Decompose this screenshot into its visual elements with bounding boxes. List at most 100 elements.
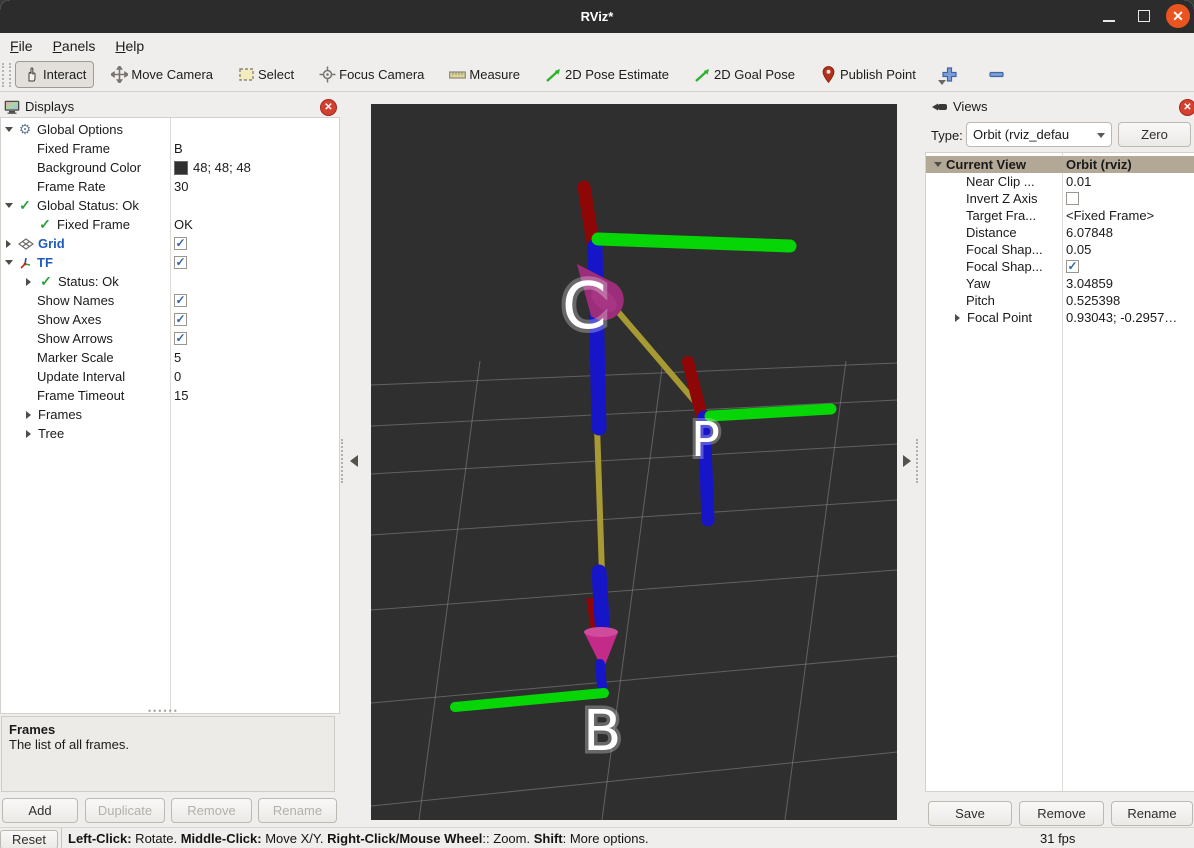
expand-arrow-icon[interactable] <box>5 127 13 132</box>
displays-row-grid[interactable]: Grid <box>1 234 339 253</box>
checkbox-unchecked[interactable] <box>1066 192 1079 205</box>
menu-panels[interactable]: Panels <box>43 36 106 56</box>
remove-display-button[interactable]: Remove <box>171 798 252 823</box>
views-row-focal-point[interactable]: Focal Point0.93043; -0.2957… <box>926 309 1194 326</box>
views-row-near-clip[interactable]: Near Clip ...0.01 <box>926 173 1194 190</box>
displays-row-tf[interactable]: TF <box>1 253 339 272</box>
displays-row-status-ok[interactable]: ✓Status: Ok <box>1 272 339 291</box>
checkbox-checked[interactable] <box>174 294 187 307</box>
reset-button[interactable]: Reset <box>0 830 58 848</box>
collapse-arrow-icon[interactable] <box>26 411 31 419</box>
property-value[interactable]: Orbit (rviz) <box>1066 157 1132 172</box>
duplicate-button[interactable]: Duplicate <box>85 798 165 823</box>
views-row-target-fra[interactable]: Target Fra...<Fixed Frame> <box>926 207 1194 224</box>
displays-row-marker-scale[interactable]: Marker Scale5 <box>1 348 339 367</box>
property-value[interactable]: B <box>174 141 183 156</box>
tool-focus-camera-button[interactable]: Focus Camera <box>311 61 432 88</box>
displays-tree[interactable]: ⚙Global OptionsFixed FrameBBackground Co… <box>0 117 340 714</box>
collapse-arrow-icon[interactable] <box>6 240 11 248</box>
displays-panel-header[interactable]: Displays <box>4 96 334 117</box>
property-value[interactable]: 0.01 <box>1066 174 1091 189</box>
views-row-focal-shap[interactable]: Focal Shap...0.05 <box>926 241 1194 258</box>
checkbox-checked[interactable] <box>174 313 187 326</box>
property-value[interactable]: OK <box>174 217 193 232</box>
property-value[interactable]: 0.05 <box>1066 242 1091 257</box>
displays-row-global-status-ok[interactable]: ✓Global Status: Ok <box>1 196 339 215</box>
displays-row-frame-timeout[interactable]: Frame Timeout15 <box>1 386 339 405</box>
tool-select-button[interactable]: Select <box>230 61 302 88</box>
property-value[interactable]: 3.04859 <box>1066 276 1113 291</box>
checkbox-checked[interactable] <box>174 237 187 250</box>
property-value[interactable]: 15 <box>174 388 188 403</box>
tool-move-camera-button[interactable]: Move Camera <box>103 61 221 88</box>
maximize-icon[interactable] <box>1138 10 1150 22</box>
property-value[interactable]: 30 <box>174 179 188 194</box>
property-value[interactable]: 0.93043; -0.2957… <box>1066 310 1177 325</box>
remove-tool-button[interactable] <box>980 61 1013 88</box>
views-row-current-view[interactable]: Current ViewOrbit (rviz) <box>926 156 1194 173</box>
displays-row-show-axes[interactable]: Show Axes <box>1 310 339 329</box>
panel-splitter-handle[interactable]: •••••• <box>148 706 192 716</box>
property-value[interactable] <box>174 294 187 307</box>
views-row-pitch[interactable]: Pitch0.525398 <box>926 292 1194 309</box>
views-row-distance[interactable]: Distance6.07848 <box>926 224 1194 241</box>
displays-row-update-interval[interactable]: Update Interval0 <box>1 367 339 386</box>
property-value[interactable]: <Fixed Frame> <box>1066 208 1154 223</box>
collapse-right-icon[interactable] <box>903 455 911 467</box>
checkbox-checked[interactable] <box>1066 260 1079 273</box>
views-close-icon[interactable]: ✕ <box>1179 99 1194 116</box>
property-value[interactable]: 48; 48; 48 <box>174 160 251 175</box>
tool-2d-pose-estimate-button[interactable]: 2D Pose Estimate <box>537 61 677 88</box>
zero-button[interactable]: Zero <box>1118 122 1191 147</box>
rename-display-button[interactable]: Rename <box>258 798 337 823</box>
views-row-yaw[interactable]: Yaw3.04859 <box>926 275 1194 292</box>
displays-row-show-arrows[interactable]: Show Arrows <box>1 329 339 348</box>
property-value[interactable]: 0.525398 <box>1066 293 1120 308</box>
property-value[interactable] <box>174 332 187 345</box>
property-value[interactable] <box>174 237 187 250</box>
displays-row-frames[interactable]: Frames <box>1 405 339 424</box>
tool-measure-button[interactable]: Measure <box>441 61 528 88</box>
displays-close-icon[interactable]: ✕ <box>320 99 337 116</box>
property-value[interactable]: 6.07848 <box>1066 225 1113 240</box>
menu-file[interactable]: File <box>0 36 43 56</box>
3d-viewport[interactable]: C P B <box>371 104 897 820</box>
tool-interact-button[interactable]: Interact <box>15 61 94 88</box>
collapse-arrow-icon[interactable] <box>26 278 31 286</box>
displays-row-frame-rate[interactable]: Frame Rate30 <box>1 177 339 196</box>
displays-row-global-options[interactable]: ⚙Global Options <box>1 120 339 139</box>
views-row-focal-shap[interactable]: Focal Shap... <box>926 258 1194 275</box>
displays-row-tree[interactable]: Tree <box>1 424 339 443</box>
add-button[interactable]: Add <box>2 798 78 823</box>
property-value[interactable] <box>1066 260 1079 273</box>
displays-row-fixed-frame[interactable]: Fixed FrameB <box>1 139 339 158</box>
toolbar-overflow-caret[interactable] <box>938 80 946 85</box>
displays-row-fixed-frame[interactable]: ✓Fixed FrameOK <box>1 215 339 234</box>
views-tree[interactable]: Current ViewOrbit (rviz)Near Clip ...0.0… <box>925 152 1194 792</box>
checkbox-checked[interactable] <box>174 332 187 345</box>
collapse-arrow-icon[interactable] <box>26 430 31 438</box>
view-type-combobox[interactable]: Orbit (rviz_defau <box>966 122 1112 147</box>
rename-view-button[interactable]: Rename <box>1111 801 1193 826</box>
expand-arrow-icon[interactable] <box>5 203 13 208</box>
property-value[interactable] <box>174 256 187 269</box>
toolbar-drag-handle[interactable] <box>2 63 11 87</box>
property-value[interactable] <box>174 313 187 326</box>
right-panel-splitter[interactable] <box>903 439 921 483</box>
minimize-icon[interactable] <box>1103 20 1115 22</box>
property-value[interactable]: 5 <box>174 350 181 365</box>
left-panel-splitter[interactable] <box>341 439 358 483</box>
expand-arrow-icon[interactable] <box>934 162 942 167</box>
expand-arrow-icon[interactable] <box>5 260 13 265</box>
tool-2d-goal-pose-button[interactable]: 2D Goal Pose <box>686 61 803 88</box>
menu-help[interactable]: Help <box>105 36 154 56</box>
displays-row-show-names[interactable]: Show Names <box>1 291 339 310</box>
views-row-invert-z-axis[interactable]: Invert Z Axis <box>926 190 1194 207</box>
collapse-arrow-icon[interactable] <box>955 314 960 322</box>
property-value[interactable] <box>1066 192 1079 205</box>
collapse-left-icon[interactable] <box>350 455 358 467</box>
checkbox-checked[interactable] <box>174 256 187 269</box>
displays-row-background-color[interactable]: Background Color48; 48; 48 <box>1 158 339 177</box>
property-value[interactable]: 0 <box>174 369 181 384</box>
remove-view-button[interactable]: Remove <box>1019 801 1104 826</box>
